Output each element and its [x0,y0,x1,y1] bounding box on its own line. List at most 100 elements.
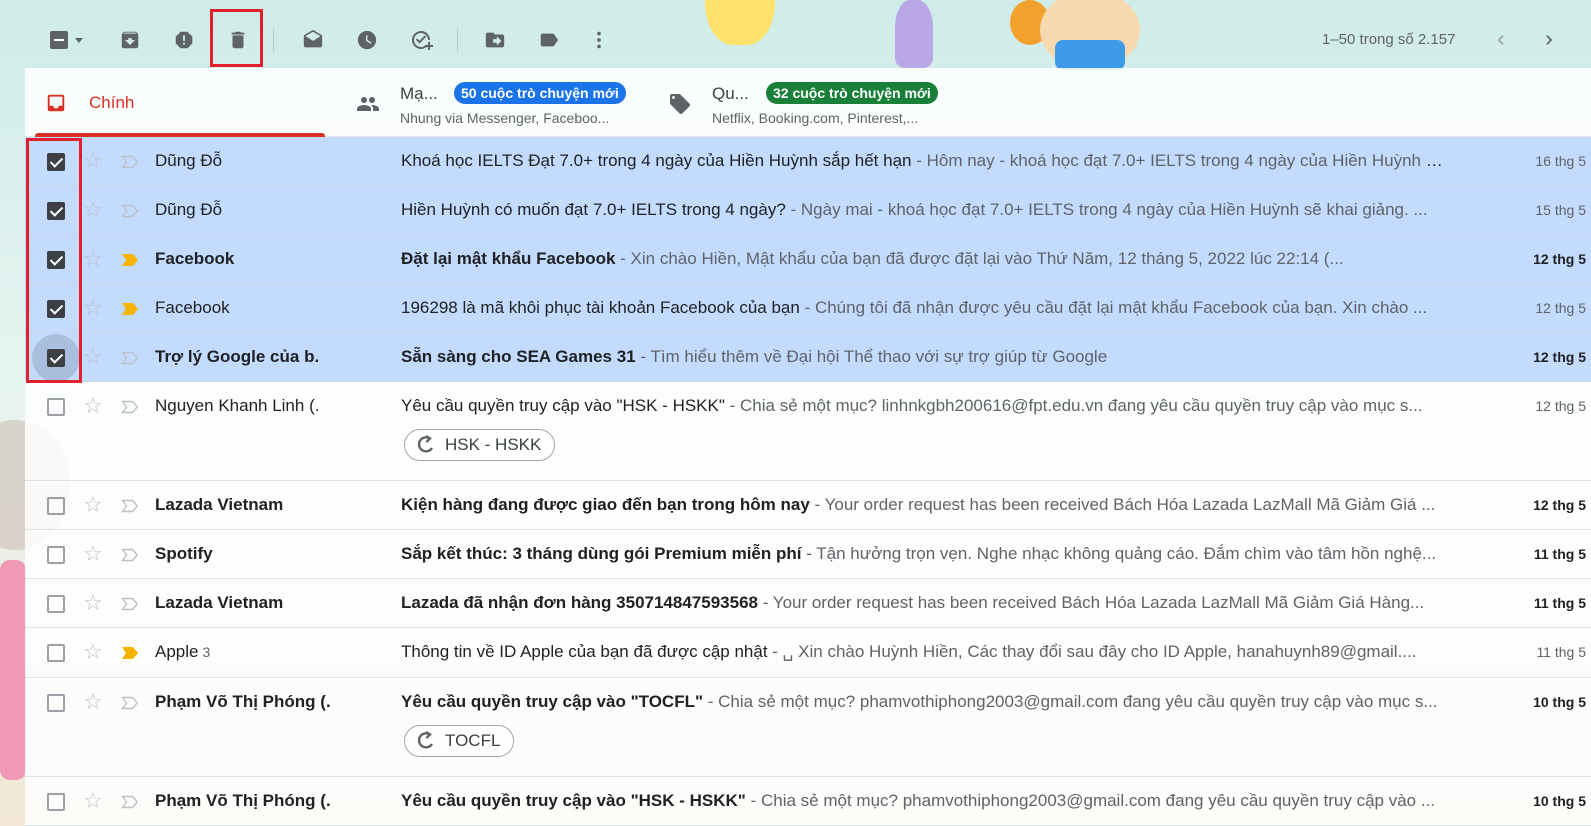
tab-social-title: Mạ... [400,84,438,103]
star-icon[interactable]: ☆ [83,297,103,319]
email-date: 12 thg 5 [1533,251,1586,267]
importance-marker-icon[interactable] [121,499,139,513]
tab-promotions[interactable]: Qu... 32 cuộc trò chuyện mới Netflix, Bo… [655,68,975,136]
importance-marker-icon[interactable] [121,795,139,809]
email-row[interactable]: ☆ Spotify Sắp kết thúc: 3 tháng dùng gói P… [25,530,1591,579]
star-icon[interactable]: ☆ [83,790,103,812]
star-icon[interactable]: ☆ [83,199,103,221]
star-icon[interactable]: ☆ [83,248,103,270]
email-row[interactable]: ☆ Lazada Vietnam Lazada đã nhận đơn hàng 3… [25,579,1591,628]
tab-primary[interactable]: Chính [25,68,335,137]
importance-marker-icon[interactable] [121,548,139,562]
inbox-icon [47,94,65,112]
email-subject: Hiền Huỳnh có muốn đạt 7.0+ IELTS trong … [401,200,786,219]
add-to-tasks-button[interactable] [401,20,441,60]
star-icon[interactable]: ☆ [83,346,103,368]
star-icon[interactable]: ☆ [83,543,103,565]
row-checkbox[interactable] [47,398,65,416]
email-snippet: - Chúng tôi đã nhận được yêu cầu đặt lại… [799,298,1428,317]
tab-social[interactable]: Mạ... 50 cuộc trò chuyện mới Nhung via M… [345,68,645,136]
email-subject: 196298 là mã khôi phục tài khoản Faceboo… [401,298,800,317]
importance-marker-icon[interactable] [121,696,139,710]
move-to-button[interactable] [475,20,515,60]
email-date: 12 thg 5 [1533,497,1586,513]
row-checkbox[interactable] [47,694,65,712]
email-row[interactable]: ☆ Facebook Đặt lại mật khẩu Facebook - Xin… [25,235,1591,284]
tab-promotions-senders: Netflix, Booking.com, Pinterest,... [712,110,919,126]
category-tabs: Chính Mạ... 50 cuộc trò chuyện mới Nhung… [25,68,1591,137]
email-subject: Khoá học IELTS Đạt 7.0+ trong 4 ngày của… [401,151,912,170]
star-icon[interactable]: ☆ [83,395,103,417]
email-sender: Spotify [155,544,213,563]
star-icon[interactable]: ☆ [83,691,103,713]
email-date: 10 thg 5 [1533,694,1586,710]
tab-social-senders: Nhung via Messenger, Faceboo... [400,110,610,126]
newer-button[interactable] [1481,20,1521,60]
email-snippet: - Your order request has been received B… [757,593,1425,612]
email-preview: Sắp kết thúc: 3 tháng dùng gói Premium m… [401,544,1446,564]
row-checkbox[interactable] [47,497,65,515]
older-button[interactable] [1529,20,1569,60]
email-row[interactable]: ☆ Nguyen Khanh Linh (. Yêu cầu quyền truy … [25,382,1591,481]
report-spam-button[interactable] [164,20,204,60]
select-all-checkbox[interactable] [39,20,89,60]
email-snippet: - ␣ Xin chào Huỳnh Hiền, Các thay đổi sa… [767,642,1417,661]
archive-button[interactable] [110,20,150,60]
email-row[interactable]: ☆ Phạm Võ Thị Phóng (. Yêu cầu quyền truy … [25,678,1591,777]
move-to-folder-icon [485,32,505,48]
email-sender: Phạm Võ Thị Phóng (. [155,692,331,711]
drive-shortcut-icon [417,435,435,455]
importance-marker-icon[interactable] [121,302,139,316]
star-icon[interactable]: ☆ [83,641,103,663]
email-sender: Phạm Võ Thị Phóng (. [155,791,331,810]
email-row[interactable]: ☆ Phạm Võ Thị Phóng (. Yêu cầu quyền truy … [25,777,1591,826]
email-subject: Kiện hàng đang được giao đến bạn trong h… [401,495,810,514]
email-row[interactable]: ☆ Trợ lý Google của b. Sẵn sàng cho SEA Ga… [25,333,1591,382]
snooze-button[interactable] [347,20,387,60]
open-envelope-icon [303,29,323,48]
email-sender: Apple 3 [155,642,211,661]
email-preview: Lazada đã nhận đơn hàng 350714847593568 … [401,593,1446,613]
importance-marker-icon[interactable] [121,351,139,365]
importance-marker-icon[interactable] [121,253,139,267]
email-subject: Yêu cầu quyền truy cập vào "HSK - HSKK" [401,396,725,415]
importance-marker-icon[interactable] [121,400,139,414]
labels-button[interactable] [529,20,569,60]
email-snippet: - Chia sẻ một mục? phamvothiphong2003@gm… [745,791,1436,810]
tag-icon [670,94,690,114]
star-icon[interactable]: ☆ [83,592,103,614]
row-checkbox[interactable] [47,595,65,613]
email-preview: Yêu cầu quyền truy cập vào "TOCFL" - Chi… [401,692,1446,712]
importance-marker-icon[interactable] [121,646,139,660]
importance-marker-icon[interactable] [121,155,139,169]
toolbar-divider [273,28,274,52]
drive-attachment-chip[interactable]: TOCFL [404,725,515,757]
email-date: 16 thg 5 [1535,153,1586,169]
report-spam-icon [175,31,193,49]
email-subject: Sắp kết thúc: 3 tháng dùng gói Premium m… [401,544,802,563]
email-snippet: - Tận hưởng trọn vẹn. Nghe nhạc không qu… [801,544,1437,563]
email-preview: Khoá học IELTS Đạt 7.0+ trong 4 ngày của… [401,151,1446,171]
more-options-button[interactable] [579,20,619,60]
email-preview: Sẵn sàng cho SEA Games 31 - Tìm hiểu thê… [401,347,1446,367]
star-icon[interactable]: ☆ [83,150,103,172]
email-row[interactable]: ☆ Lazada Vietnam Kiện hàng đang được giao … [25,481,1591,530]
drive-shortcut-icon [417,731,435,751]
star-icon[interactable]: ☆ [83,494,103,516]
email-row[interactable]: ☆ Facebook 196298 là mã khôi phục tài khoả… [25,284,1591,333]
email-subject: Đặt lại mật khẩu Facebook [401,249,616,268]
email-row[interactable]: ☆ Dũng Đỗ Khoá học IELTS Đạt 7.0+ trong 4 … [25,137,1591,186]
row-checkbox[interactable] [47,644,65,662]
row-checkbox[interactable] [47,546,65,564]
mark-as-read-button[interactable] [293,20,333,60]
row-checkbox[interactable] [47,793,65,811]
importance-marker-icon[interactable] [121,597,139,611]
email-row[interactable]: ☆ Apple 3 Thông tin về ID Apple của bạn đã … [25,628,1591,678]
email-snippet: - Ngày mai - khoá học đạt 7.0+ IELTS tro… [785,200,1428,219]
email-snippet: - Chia sẻ một mục? phamvothiphong2003@gm… [703,692,1438,711]
archive-icon [121,31,139,49]
email-sender: Facebook [155,298,230,317]
drive-attachment-chip[interactable]: HSK - HSKK [404,429,556,461]
importance-marker-icon[interactable] [121,204,139,218]
email-row[interactable]: ☆ Dũng Đỗ Hiền Huỳnh có muốn đạt 7.0+ IELT… [25,186,1591,235]
